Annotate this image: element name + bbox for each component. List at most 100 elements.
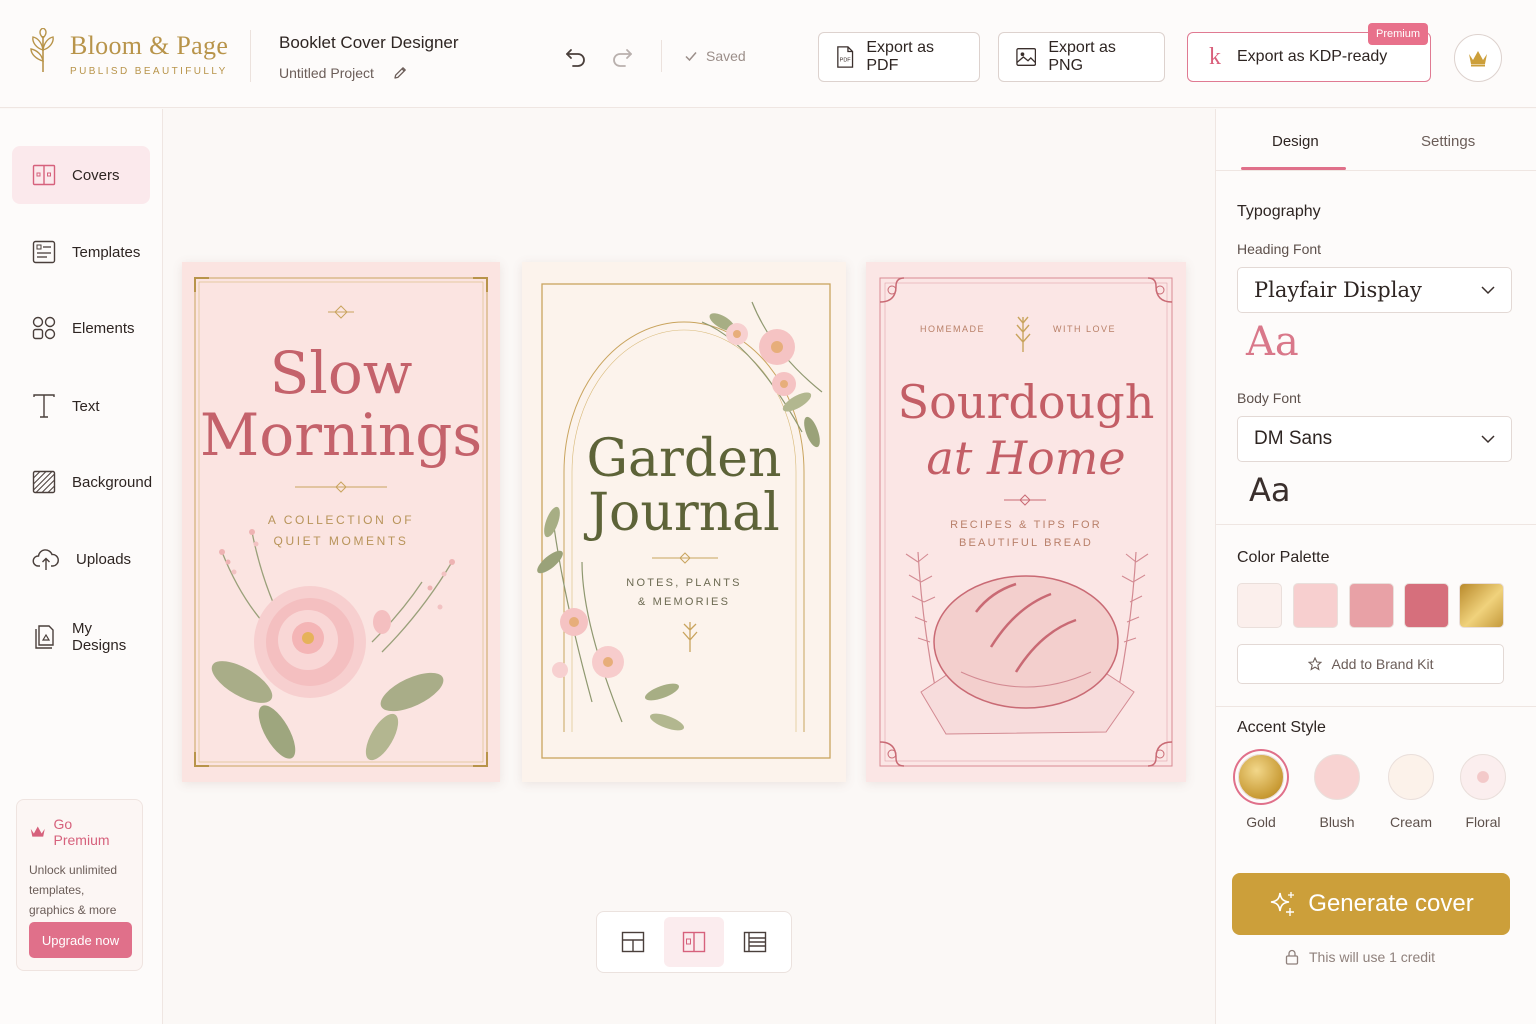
export-pdf-button[interactable]: PDF Export as PDF [818,32,980,82]
account-button[interactable] [1454,34,1502,82]
cream-swatch [1388,754,1434,800]
crown-icon [1469,51,1487,67]
my-designs-icon [35,625,54,649]
grid-view-button[interactable] [603,917,664,967]
divider [250,30,251,82]
export-png-label: Export as PNG [1048,39,1116,74]
cover-subtitle: A COLLECTION OF QUIET MOMENTS [267,513,415,548]
left-sidebar: Covers Templates Elements Text Backgroun… [0,109,163,1024]
saved-label: Saved [706,48,746,64]
credit-text: This will use 1 credit [1309,949,1436,965]
accent-label: Gold [1246,814,1276,830]
accent-style-title: Accent Style [1237,719,1326,736]
kdp-icon: k [1209,43,1221,70]
cover-top-labels: HOMEMADE WITH LOVE [920,324,1116,334]
leaf-logo-icon [30,28,54,72]
panel-tabs: Design Settings [1216,109,1536,171]
redo-icon[interactable] [609,44,635,70]
sidebar-item-background[interactable]: Background [12,453,152,511]
credit-note: This will use 1 credit [1285,949,1435,965]
chevron-down-icon [1481,434,1495,443]
palette-swatch[interactable] [1293,583,1338,628]
sidebar-item-text[interactable]: Text [12,377,150,435]
single-view-icon [682,931,706,953]
export-kdp-label: Export as KDP-ready [1237,48,1388,65]
background-icon [32,470,56,494]
save-status: Saved [684,48,746,64]
upload-icon [32,549,59,570]
sidebar-item-label: Text [72,397,100,415]
upgrade-button[interactable]: Upgrade now [29,922,132,958]
divider [1216,706,1536,707]
generate-label: Generate cover [1308,890,1474,917]
tab-settings[interactable]: Settings [1421,133,1475,150]
project-info: Booklet Cover Designer Untitled Project [279,33,459,81]
check-icon [685,52,697,62]
list-view-button[interactable] [724,917,785,967]
cover-subtitle: NOTES, PLANTS & MEMORIES [626,577,742,608]
floral-swatch [1460,754,1506,800]
accent-label: Blush [1319,814,1355,830]
pencil-icon[interactable] [392,65,408,81]
accent-option-gold[interactable]: Gold [1235,754,1287,830]
cover-title: Sourdough at Home [897,375,1155,485]
palette-swatch[interactable] [1459,583,1504,628]
cover-card-sourdough[interactable]: HOMEMADE WITH LOVE Sourdough at Home REC… [866,262,1186,782]
list-view-icon [743,931,766,953]
accent-label: Floral [1465,814,1501,830]
sidebar-item-label: Elements [72,319,135,337]
design-canvas: Slow Mornings A COLLECTION OF QUIET MOME… [164,109,1215,1024]
elements-icon [32,316,56,340]
sparkle-icon [1271,892,1295,916]
crown-icon [30,826,45,837]
tab-design[interactable]: Design [1272,133,1319,150]
heading-font-value: Playfair Display [1254,278,1422,302]
sidebar-item-my-designs[interactable]: My Designs [12,608,150,666]
premium-description: Unlock unlimited templates, graphics & m… [29,863,118,917]
app-title: Booklet Cover Designer [279,33,459,52]
cover-subtitle: RECIPES & TIPS FOR BEAUTIFUL BREAD [950,519,1102,549]
cover-title: Garden Journal [586,429,782,543]
generate-cover-button[interactable]: Generate cover [1232,873,1510,935]
heading-font-preview: Aa [1246,319,1299,365]
templates-icon [32,240,56,264]
divider [1216,524,1536,525]
accent-label: Cream [1389,814,1432,830]
add-to-brand-kit-button[interactable]: Add to Brand Kit [1237,644,1504,684]
brand-logo[interactable]: Bloom & Page PUBLISD BEAUTIFULLY [26,28,228,77]
chevron-down-icon [1481,285,1495,294]
cover-card-garden-journal[interactable]: Garden Journal NOTES, PLANTS & MEMORIES [522,262,846,782]
export-png-button[interactable]: Export as PNG [998,32,1165,82]
premium-badge: Premium [1368,23,1429,45]
sidebar-item-covers[interactable]: Covers [12,146,150,204]
covers-icon [32,164,56,186]
premium-card: Go Premium Unlock unlimited templates, g… [16,799,143,971]
body-font-preview: Aa [1249,471,1291,509]
brand-kit-label: Add to Brand Kit [1331,656,1434,672]
accent-option-cream[interactable]: Cream [1385,754,1437,830]
star-icon [1307,657,1322,671]
project-name[interactable]: Untitled Project [279,65,374,81]
design-panel: Design Settings Typography Heading Font … [1215,109,1536,1024]
accent-option-blush[interactable]: Blush [1311,754,1363,830]
lock-icon [1285,949,1299,965]
cover-card-slow-mornings[interactable]: Slow Mornings A COLLECTION OF QUIET MOME… [182,262,500,782]
brand-name: Bloom & Page [70,31,229,60]
active-tab-indicator [1241,167,1346,170]
brand-tagline: PUBLISD BEAUTIFULLY [70,66,228,77]
sidebar-item-uploads[interactable]: Uploads [12,530,150,588]
palette-swatch[interactable] [1404,583,1449,628]
palette-swatch[interactable] [1349,583,1394,628]
grid-view-icon [622,931,645,953]
palette-swatch[interactable] [1237,583,1282,628]
sidebar-item-elements[interactable]: Elements [12,299,150,357]
view-switcher [596,911,792,973]
heading-font-select[interactable]: Playfair Display [1237,267,1512,313]
body-font-select[interactable]: DM Sans [1237,416,1512,462]
undo-icon[interactable] [563,44,589,70]
divider [661,40,662,72]
typography-title: Typography [1237,203,1321,220]
accent-option-floral[interactable]: Floral [1457,754,1509,830]
single-view-button[interactable] [663,917,725,967]
sidebar-item-templates[interactable]: Templates [12,223,150,281]
